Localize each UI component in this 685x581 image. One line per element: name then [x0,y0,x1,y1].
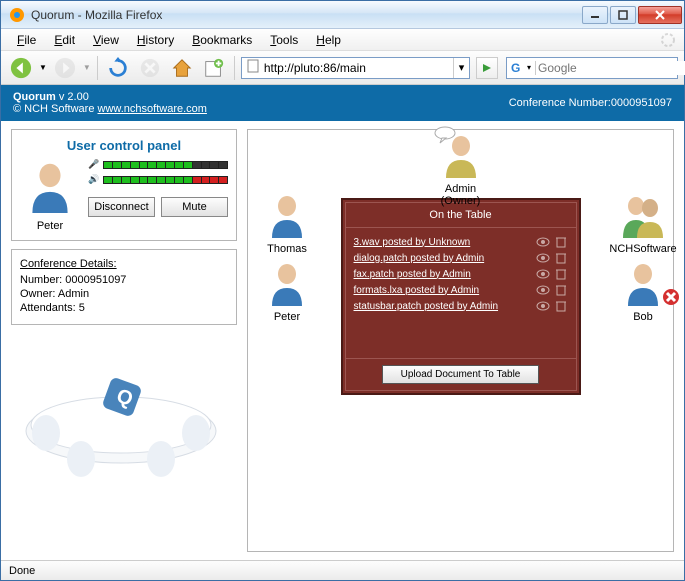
conf-attendants-label: Attendants: [20,302,79,314]
participant-label: NCHSoftware [609,243,676,255]
participant-label: Thomas [267,243,307,255]
delete-icon[interactable] [554,284,568,296]
disconnect-button[interactable]: Disconnect [88,197,155,217]
remove-icon[interactable] [662,288,680,309]
ucp-avatar: Peter [20,159,80,232]
upload-document-button[interactable]: Upload Document To Table [382,365,540,384]
page-icon [242,59,264,76]
speech-bubble-icon [434,126,456,147]
participant-nchsoftware[interactable]: NCHSoftware [608,192,678,255]
ucp-username: Peter [37,220,63,232]
view-icon[interactable] [536,300,550,312]
stop-button[interactable] [136,54,164,82]
search-bar[interactable]: G▾ [506,57,678,79]
minimize-button[interactable] [582,6,608,24]
close-button[interactable] [638,6,682,24]
delete-icon[interactable] [554,252,568,264]
conference-details: Conference Details: Number: 0000951097 O… [11,249,237,325]
delete-icon[interactable] [554,268,568,280]
participant-label: Admin (Owner) [426,183,496,207]
forward-button[interactable] [51,54,79,82]
file-link[interactable]: statusbar.patch posted by Admin [354,301,532,312]
window-title: Quorum - Mozilla Firefox [31,8,582,22]
menu-history[interactable]: History [129,31,182,49]
new-tab-button[interactable] [200,54,228,82]
mute-button[interactable]: Mute [161,197,228,217]
titlebar: Quorum - Mozilla Firefox [1,1,684,29]
status-text: Done [9,565,35,577]
participant-thomas[interactable]: Thomas [252,192,322,255]
search-engine-selector[interactable]: G▾ [507,61,536,75]
participant-label: Bob [633,311,653,323]
table-row: statusbar.patch posted by Admin [354,298,568,314]
file-link[interactable]: formats.lxa posted by Admin [354,285,532,296]
menu-view[interactable]: View [85,31,127,49]
delete-icon[interactable] [554,300,568,312]
statusbar: Done [1,560,684,580]
back-button[interactable] [7,54,35,82]
conf-details-heading: Conference Details: [20,258,228,270]
app-icon [9,7,25,23]
file-link[interactable]: 3.wav posted by Unknown [354,237,532,248]
address-dropdown[interactable]: ▾ [453,58,469,78]
menu-bookmarks[interactable]: Bookmarks [184,31,260,49]
conference-room: Admin (Owner) Thomas Peter NCHSoftware B… [247,129,674,552]
forward-dropdown[interactable]: ▼ [83,63,91,72]
search-input[interactable] [536,61,685,75]
on-the-table-panel: On the Table 3.wav posted by Unknown dia… [341,198,581,395]
throbber-icon [660,32,676,48]
menu-file[interactable]: File [9,31,44,49]
conf-owner-value: Admin [58,288,89,300]
ucp-title: User control panel [20,138,228,153]
company-link[interactable]: www.nchsoftware.com [98,103,207,115]
menu-edit[interactable]: Edit [46,31,83,49]
app-header: Quorum v 2.00 © NCH Software www.nchsoft… [1,85,684,121]
table-row: fax.patch posted by Admin [354,266,568,282]
view-icon[interactable] [536,252,550,264]
content: User control panel Peter 🎤 🔊 Disconnect … [1,121,684,560]
conference-table-image: Q [11,341,237,552]
home-button[interactable] [168,54,196,82]
table-row: 3.wav posted by Unknown [354,234,568,250]
conf-number: 0000951097 [611,97,672,109]
mic-icon: 🎤 [88,159,99,170]
reload-button[interactable] [104,54,132,82]
conf-number-label: Number: [20,274,65,286]
app-version: v 2.00 [59,91,89,103]
delete-icon[interactable] [554,236,568,248]
toolbar: ▼ ▼ ▾ G▾ [1,51,684,85]
conf-owner-label: Owner: [20,288,58,300]
company-prefix: © NCH Software [13,103,98,115]
conf-number-value: 0000951097 [65,274,126,286]
svg-text:G: G [511,61,520,75]
input-meter [103,161,228,169]
participant-label: Peter [274,311,300,323]
menubar: File Edit View History Bookmarks Tools H… [1,29,684,51]
participant-peter[interactable]: Peter [252,260,322,323]
maximize-button[interactable] [610,6,636,24]
participant-bob[interactable]: Bob [608,260,678,323]
view-icon[interactable] [536,268,550,280]
conf-attendants-value: 5 [79,302,85,314]
user-control-panel: User control panel Peter 🎤 🔊 Disconnect … [11,129,237,241]
back-dropdown[interactable]: ▼ [39,63,47,72]
address-input[interactable] [264,61,453,75]
conf-number-label: Conference Number: [509,97,611,109]
menu-help[interactable]: Help [308,31,349,49]
file-link[interactable]: fax.patch posted by Admin [354,269,532,280]
participant-admin[interactable]: Admin (Owner) [426,132,496,207]
file-link[interactable]: dialog.patch posted by Admin [354,253,532,264]
go-button[interactable] [476,57,498,79]
address-bar[interactable]: ▾ [241,57,470,79]
view-icon[interactable] [536,284,550,296]
table-file-list: 3.wav posted by Unknown dialog.patch pos… [346,228,576,358]
app-name: Quorum [13,91,56,103]
speaker-icon: 🔊 [88,174,99,185]
output-meter [103,176,228,184]
view-icon[interactable] [536,236,550,248]
table-row: dialog.patch posted by Admin [354,250,568,266]
table-row: formats.lxa posted by Admin [354,282,568,298]
menu-tools[interactable]: Tools [262,31,306,49]
